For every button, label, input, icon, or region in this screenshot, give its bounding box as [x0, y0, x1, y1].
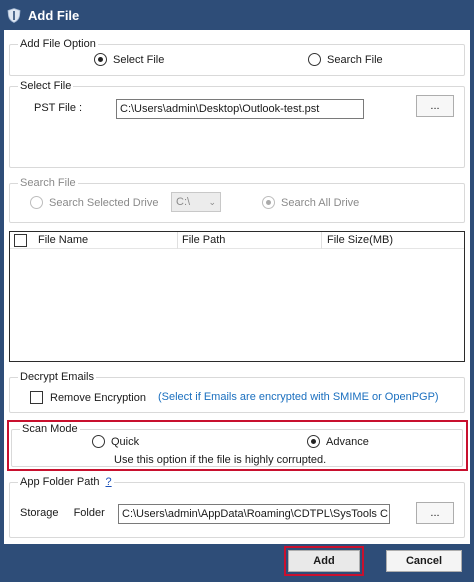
radio-indicator[interactable]: [92, 435, 105, 448]
radio-indicator[interactable]: [30, 196, 43, 209]
radio-indicator[interactable]: [94, 53, 107, 66]
search-selected-drive-label: Search Selected Drive: [49, 196, 159, 209]
dialog-client-area: Add File Option Select File Search File …: [4, 30, 470, 544]
title-bar: Add File: [0, 0, 474, 30]
search-all-drive-label: Search All Drive: [281, 196, 360, 209]
select-file-group: Select File PST File : C:\Users\admin\De…: [9, 80, 465, 168]
column-header-file-name[interactable]: File Name: [38, 234, 88, 246]
remove-encryption-label: Remove Encryption: [50, 391, 146, 404]
pst-file-label: PST File :: [34, 102, 83, 114]
select-file-radio-label: Select File: [113, 53, 165, 66]
advance-scan-radio[interactable]: Advance: [307, 435, 369, 448]
column-divider[interactable]: [177, 232, 178, 249]
group-title-decrypt-emails: Decrypt Emails: [18, 371, 96, 383]
action-bar: Add Cancel: [0, 544, 474, 582]
pst-browse-button[interactable]: ...: [416, 95, 454, 117]
group-title-search-file: Search File: [18, 177, 78, 189]
pst-file-path-input[interactable]: C:\Users\admin\Desktop\Outlook-test.pst: [116, 99, 364, 119]
column-header-file-size[interactable]: File Size(MB): [327, 234, 393, 246]
add-button[interactable]: Add: [288, 550, 360, 572]
column-header-file-path[interactable]: File Path: [182, 234, 225, 246]
systools-shield-icon: [6, 7, 22, 23]
encryption-hint-text: (Select if Emails are encrypted with SMI…: [158, 391, 439, 403]
radio-indicator[interactable]: [262, 196, 275, 209]
file-list-header: File Name File Path File Size(MB): [10, 232, 464, 249]
group-title-select-file: Select File: [18, 80, 74, 92]
group-title-scan-mode: Scan Mode: [20, 423, 80, 435]
scan-mode-note: Use this option if the file is highly co…: [114, 454, 327, 466]
app-folder-path-label: App Folder Path: [20, 476, 100, 488]
search-all-drive-radio[interactable]: Search All Drive: [262, 196, 359, 209]
decrypt-emails-group: Decrypt Emails Remove Encryption (Select…: [9, 371, 465, 413]
checkbox-indicator[interactable]: [30, 391, 43, 404]
search-file-radio[interactable]: Search File: [308, 53, 383, 66]
column-divider[interactable]: [321, 232, 322, 249]
group-title-app-folder-path: App Folder Path?: [18, 476, 114, 488]
group-title-add-file-option: Add File Option: [18, 38, 98, 50]
chevron-down-icon: ⌄: [208, 196, 216, 207]
cancel-button[interactable]: Cancel: [386, 550, 462, 572]
search-file-radio-label: Search File: [327, 53, 383, 66]
radio-indicator[interactable]: [307, 435, 320, 448]
radio-indicator[interactable]: [308, 53, 321, 66]
drive-select[interactable]: C:\ ⌄: [171, 192, 221, 212]
quick-scan-radio[interactable]: Quick: [92, 435, 139, 448]
quick-scan-label: Quick: [111, 435, 140, 448]
storage-folder-path-input[interactable]: C:\Users\admin\AppData\Roaming\CDTPL\Sys…: [118, 504, 390, 524]
file-list-view[interactable]: File Name File Path File Size(MB): [9, 231, 465, 362]
search-file-group: Search File Search Selected Drive C:\ ⌄ …: [9, 177, 465, 223]
search-selected-drive-radio[interactable]: Search Selected Drive: [30, 196, 158, 209]
select-file-radio[interactable]: Select File: [94, 53, 164, 66]
select-all-checkbox[interactable]: [14, 234, 27, 247]
storage-browse-button[interactable]: ...: [416, 502, 454, 524]
advance-scan-label: Advance: [326, 435, 369, 448]
scan-mode-group: Scan Mode Quick Advance Use this option …: [11, 423, 463, 467]
help-link[interactable]: ?: [106, 476, 112, 488]
window-title: Add File: [28, 7, 80, 23]
remove-encryption-checkbox[interactable]: Remove Encryption: [30, 391, 146, 404]
storage-folder-label: Storage Folder :: [20, 507, 123, 519]
app-folder-path-group: App Folder Path? Storage Folder : C:\Use…: [9, 476, 465, 538]
add-file-option-group: Add File Option Select File Search File: [9, 38, 465, 76]
drive-select-value: C:\: [176, 196, 191, 208]
